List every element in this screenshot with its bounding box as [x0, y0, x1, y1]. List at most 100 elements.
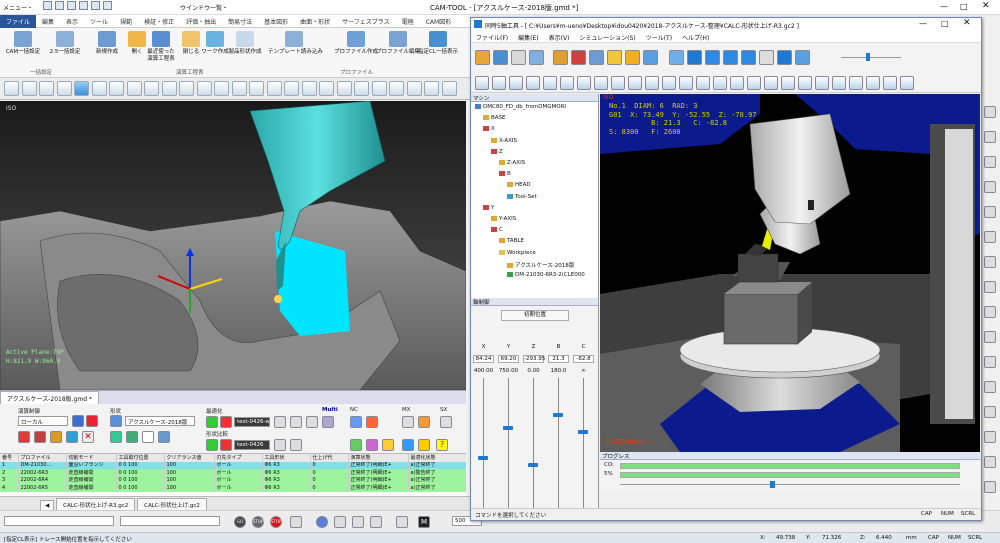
axis-slider-thumb[interactable] — [553, 413, 563, 418]
sim-view-icon[interactable] — [475, 76, 489, 90]
side-tool-icon[interactable] — [984, 381, 996, 393]
view-mode-icon[interactable] — [4, 81, 19, 96]
tree-node[interactable]: Y — [483, 204, 494, 211]
stop-icon[interactable]: STOP — [252, 516, 264, 528]
sim-toolbar-icon[interactable] — [511, 50, 526, 65]
axis-slider-thumb[interactable] — [478, 456, 488, 460]
tree-node[interactable]: Y-AXIS — [491, 216, 516, 222]
nc-icon-e[interactable] — [382, 439, 394, 451]
multi-icon[interactable] — [322, 416, 334, 428]
view-mode-icon[interactable] — [214, 81, 229, 96]
maximize-icon[interactable]: □ — [960, 2, 968, 11]
sx-icon-a[interactable] — [440, 416, 452, 428]
optimize-icon-c[interactable] — [306, 416, 318, 428]
sim-view-icon[interactable] — [832, 76, 846, 90]
view-mode-icon[interactable] — [56, 81, 72, 96]
compare-select[interactable]: test-0426 — [234, 440, 270, 450]
m-icon[interactable]: M — [418, 516, 430, 528]
ribbon-button[interactable]: テンプレート読み込み — [268, 31, 323, 56]
ribbon-button[interactable]: 指定CL一括表示 — [412, 31, 464, 56]
ribbon-tab[interactable]: 評価・抽出 — [180, 15, 222, 28]
optimize-select[interactable]: test-0426-w — [234, 417, 270, 427]
side-tool-icon[interactable] — [984, 456, 996, 468]
minimize-icon[interactable]: — — [940, 2, 948, 11]
sim-toolbar-icon[interactable] — [571, 50, 586, 65]
sim-view-icon[interactable] — [883, 76, 897, 90]
stop-icon[interactable] — [18, 431, 30, 443]
sim-toolbar-icon[interactable] — [493, 50, 508, 65]
tree-node[interactable]: B — [499, 171, 511, 177]
simulation-viewport[interactable]: No.1 DIAM: 6 RAD: 3 G01 X: 73.49 Y: -52.… — [600, 94, 980, 452]
sim-view-icon[interactable] — [492, 76, 506, 90]
pause-icon[interactable] — [34, 431, 46, 443]
ribbon-tab[interactable]: 表示 — [60, 15, 84, 28]
view-mode-icon[interactable] — [319, 81, 334, 96]
table-row[interactable]: 2 22002-6R3 走査線補間 0 0 100 100 ボール Φ6 R3 0 正常終了(明… — [0, 469, 466, 477]
shape-select[interactable]: アクスルケース-2018版 — [125, 416, 195, 426]
sim-view-icon[interactable] — [577, 76, 591, 90]
cross-icon[interactable] — [352, 516, 364, 528]
sim-toolbar-icon[interactable] — [589, 50, 604, 65]
ribbon-tab[interactable]: CAM図形 — [420, 15, 457, 28]
ribbon-tab[interactable]: 曲面・形状 — [294, 15, 336, 28]
side-tool-icon[interactable] — [984, 331, 996, 343]
tree-node[interactable]: X — [483, 126, 495, 132]
measure-icon[interactable] — [370, 516, 382, 528]
initial-position-button[interactable]: 初期位置 — [501, 310, 569, 321]
view-mode-icon[interactable] — [144, 81, 159, 96]
compare-stop-icon[interactable] — [220, 439, 232, 451]
view-mode-icon[interactable] — [336, 81, 352, 96]
column-header[interactable]: クリアランス値 — [164, 454, 215, 462]
display3-icon[interactable] — [142, 431, 154, 443]
sim-view-icon[interactable] — [509, 76, 523, 90]
side-tool-icon[interactable] — [984, 231, 996, 243]
tree-node[interactable]: C — [491, 227, 503, 233]
save-icon[interactable] — [67, 1, 76, 10]
column-header[interactable]: 番号 — [0, 454, 19, 462]
column-header[interactable]: 仕上げ代 — [310, 454, 349, 462]
view-mode-icon[interactable] — [74, 81, 89, 96]
nc-icon-a[interactable] — [350, 416, 362, 428]
sim-toolbar-icon[interactable] — [705, 50, 720, 65]
ribbon-tab[interactable]: ファイル — [0, 15, 37, 28]
ribbon-tab[interactable]: 検証・修正 — [138, 15, 180, 28]
nc-icon-d[interactable] — [366, 439, 378, 451]
tree-node[interactable]: Z — [491, 148, 503, 155]
ribbon-button[interactable]: CAM一括設定 — [4, 31, 42, 56]
table-row[interactable]: 4 22002-6R5 走査線補間 0 0 100 100 ボール Φ6 R3 0 正常終了(明… — [0, 484, 466, 492]
progress-slider-thumb[interactable] — [769, 481, 775, 488]
ribbon-tab[interactable]: 電極 — [396, 15, 420, 28]
side-tool-icon[interactable] — [984, 356, 996, 368]
optimize-stop-icon[interactable] — [220, 416, 232, 428]
view-mode-icon[interactable] — [231, 81, 247, 96]
line-icon[interactable] — [334, 516, 346, 528]
help-icon[interactable]: ? — [436, 439, 448, 451]
tree-node[interactable]: アクスルケース-2018版 — [507, 261, 574, 269]
axis-value[interactable]: -293.95 — [523, 355, 545, 363]
view-mode-icon[interactable] — [406, 81, 422, 96]
sim-toolbar-icon[interactable] — [625, 50, 640, 65]
cancel-icon[interactable]: ✕ — [82, 431, 94, 443]
side-tool-icon[interactable] — [984, 306, 996, 318]
tree-node[interactable]: Z-AXIS — [499, 160, 525, 166]
sim-toolbar-icon[interactable] — [741, 50, 756, 65]
compare-run-icon[interactable] — [206, 439, 218, 451]
mx-icon-a[interactable] — [402, 416, 414, 428]
column-header[interactable]: 切削モード — [66, 454, 117, 462]
sim-toolbar-icon[interactable] — [553, 50, 568, 65]
view-mode-icon[interactable] — [109, 81, 124, 96]
new-file-icon[interactable] — [43, 1, 52, 10]
shape-icon[interactable] — [110, 415, 122, 427]
view-mode-icon[interactable] — [371, 81, 387, 96]
display-icon[interactable] — [110, 431, 122, 443]
view-mode-icon[interactable] — [354, 81, 369, 96]
run-icon[interactable] — [66, 431, 78, 443]
calc-icon[interactable] — [50, 431, 62, 443]
tree-node[interactable]: Tool-Set — [507, 193, 537, 200]
sim-view-icon[interactable] — [645, 76, 659, 90]
open-folder-icon[interactable] — [55, 1, 64, 10]
app-menu[interactable]: メニュー・ — [3, 3, 33, 12]
sim-toolbar-icon[interactable] — [643, 50, 658, 65]
column-header[interactable]: 演算状態 — [348, 454, 409, 462]
redo-icon[interactable] — [91, 1, 100, 10]
